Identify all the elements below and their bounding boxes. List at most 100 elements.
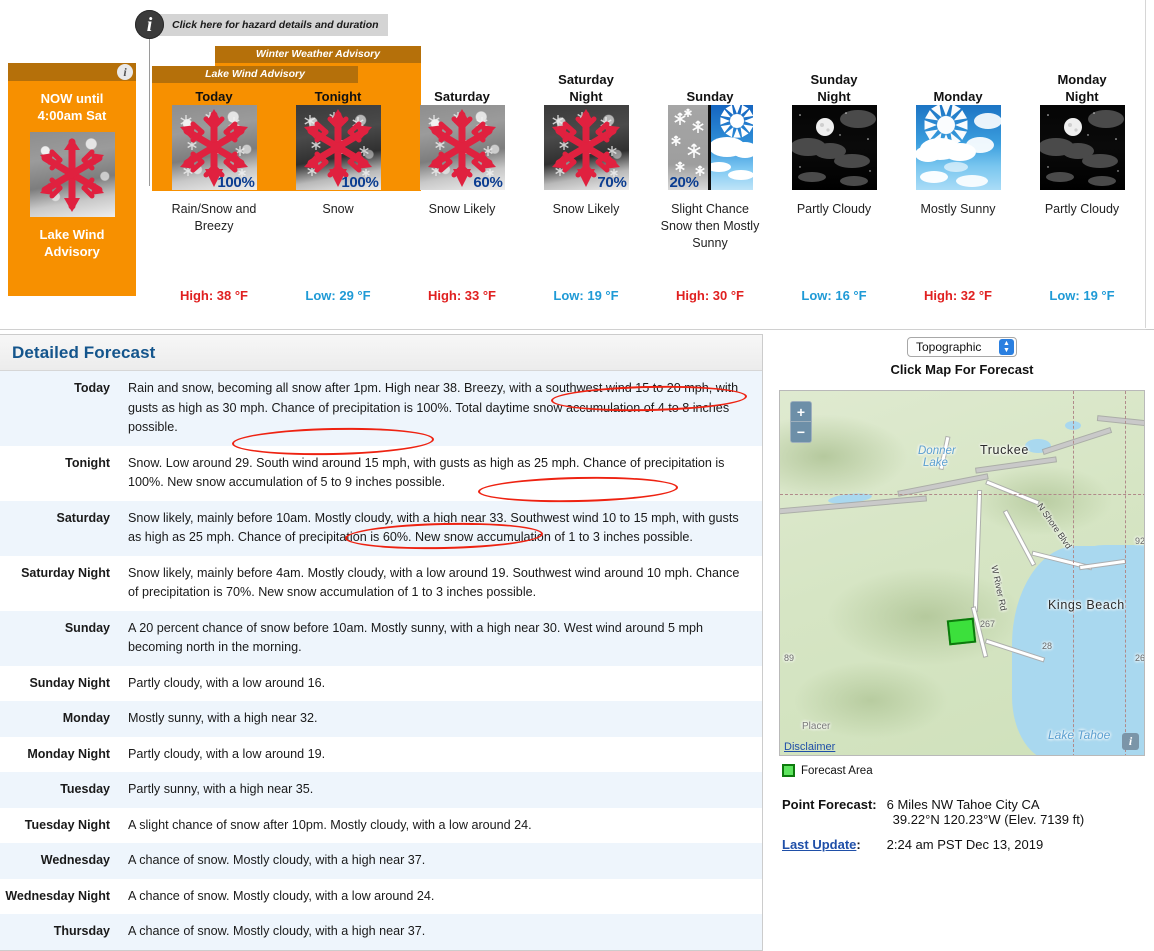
zoom-out-button[interactable]: − [791,422,811,442]
period-name: Today [195,89,233,104]
detailed-period-text: Partly cloudy, with a low around 16. [128,675,326,690]
point-forecast-place: 6 Miles NW Tahoe City CA [886,797,1040,812]
hazard-callout-label[interactable]: Click here for hazard details and durati… [158,13,388,36]
forecast-area-marker[interactable] [946,617,977,646]
point-forecast-coords: 39.22°N 120.23°W (Elev. 7139 ft) [892,812,1085,827]
forecast-period-tonight[interactable]: Tonight 100% Snow Low: 29 °F [276,63,400,303]
mostly-sunny-icon [915,105,1001,190]
snow-wind-icon [29,132,115,217]
detailed-forecast-row: Saturday Snow likely, mainly before 10am.… [0,500,762,556]
map-label: Lake [923,457,948,469]
map-label: Kings Beach [1048,598,1125,612]
detailed-forecast-header: Detailed Forecast [0,335,762,371]
period-description: Mostly Sunny [920,202,996,216]
map-state-line-v [1125,391,1126,755]
detailed-forecast-panel: Detailed Forecast Today Rain and snow, be… [0,334,763,951]
now-hazard-column[interactable]: i NOW until 4:00am Sat Lake Wind Advisor… [8,63,136,296]
partly-cloudy-night-icon [791,105,877,190]
period-description: Partly Cloudy [796,202,872,216]
forecast-period-sunday[interactable]: Sunday 20% Slight Chance Snow then Mostl… [648,63,772,303]
forecast-period-sunday-night[interactable]: Sunday Night Partly Cloudy Low: 16 °F [772,63,896,303]
forecast-area-swatch [782,764,795,777]
map-label: 267 [1135,653,1145,663]
forecast-period-saturday[interactable]: Saturday 60% Snow Likely High: 33 °F [400,63,524,303]
detailed-period-name: Thursday [53,924,110,938]
info-icon[interactable]: i [117,64,133,80]
detailed-period-text: Snow. Low around 29. South wind around 1… [128,455,725,490]
info-icon[interactable]: i [135,10,164,39]
detailed-period-name: Tuesday Night [24,817,110,832]
detailed-period-text: A chance of snow. Mostly cloudy, with a … [128,924,426,938]
detailed-forecast-row: Thursday A chance of snow. Mostly cloudy,… [0,914,762,950]
map-zoom-controls[interactable]: + − [790,401,812,443]
point-forecast-key: Point Forecast: [782,797,877,812]
map-panel: Topographic ▲ ▼ Click Map For Forecast +… [770,330,1154,860]
detailed-period-name: Saturday Night [21,565,110,580]
detailed-forecast-row: Saturday Night Snow likely, mainly before… [0,555,762,611]
detailed-period-text: Rain and snow, becoming all snow after 1… [128,381,739,434]
detailed-period-name: Today [74,381,110,395]
now-time-line1: NOW until [40,91,104,106]
detailed-period-name: Sunday Night [29,675,110,690]
forecast-map[interactable]: + − Truckee Donner Lake Kings Beach Lake Tah… [779,390,1145,756]
period-temperature: High: 38 °F [179,288,249,303]
detailed-period-name: Monday Night [27,746,110,761]
detailed-period-text: A chance of snow. Mostly cloudy, with a … [128,888,435,903]
forecast-period-monday-night[interactable]: Monday Night Partly Cloudy Low: 19 °F [1020,63,1144,303]
last-update-value: 2:24 am PST Dec 13, 2019 [886,837,1044,852]
precip-probability: 100% [217,174,255,190]
detailed-forecast-row: Tuesday Partly sunny, with a high near 35… [0,772,762,808]
advisory-bar[interactable]: Winter Weather Advisory [215,46,421,63]
period-name: Saturday Night [558,72,614,104]
period-temperature: Low: 29 °F [305,288,371,303]
lower-content: Detailed Forecast Today Rain and snow, be… [0,330,1154,951]
zoom-in-button[interactable]: + [791,402,811,422]
period-description: Partly Cloudy [1044,202,1120,216]
detailed-forecast-row: Tonight Snow. Low around 29. South wind a… [0,445,762,501]
detailed-period-text: A chance of snow. Mostly cloudy, with a … [128,853,426,867]
detailed-period-name: Saturday [56,510,111,525]
period-name: Tonight [314,89,362,104]
forecast-period-monday[interactable]: Monday Mostly Sunny High: 32 °F [896,63,1020,303]
period-description: Rain/Snow and Breezy [171,202,257,233]
map-county-line-v [1073,391,1074,755]
map-label: 92 [1135,536,1145,546]
map-label: 89 [784,653,795,663]
map-instruction-label: Click Map For Forecast [890,362,1034,377]
detailed-period-name: Sunday [64,620,110,635]
now-hazard-label-line1: Lake Wind [39,227,105,242]
precip-probability: 70% [597,174,627,190]
page-title: Detailed Forecast [12,342,156,362]
forecast-period-saturday-night[interactable]: Saturday Night 70% Snow Likely Low: 19 °… [524,63,648,303]
detailed-period-text: A 20 percent chance of snow before 10am.… [128,620,703,655]
forecast-strip-inner: i Click here for hazard details and dura… [0,0,1146,328]
period-name: Sunday Night [810,72,858,104]
map-type-select[interactable]: Topographic [907,337,1017,357]
detailed-period-text: Mostly sunny, with a high near 32. [128,711,318,725]
forecast-period-today[interactable]: Today 100% Rain/Snow and Breezy High: 38… [152,63,276,303]
period-temperature: Low: 19 °F [1049,288,1115,303]
detailed-period-text: Partly cloudy, with a low around 19. [128,746,326,761]
detailed-forecast-row: Wednesday A chance of snow. Mostly cloudy… [0,843,762,879]
detailed-forecast-rows: Today Rain and snow, becoming all snow af… [0,371,762,950]
snow-then-sunny-icon: 20% [667,105,753,190]
map-label: Donner [918,445,956,457]
map-disclaimer-link[interactable]: Disclaimer [784,741,835,753]
map-legend: Forecast Area [782,764,1154,777]
now-time-line2: 4:00am Sat [37,108,107,123]
detailed-period-name: Wednesday Night [5,888,110,903]
map-label: Lake Tahoe [1048,728,1111,742]
now-hazard-label-line2: Advisory [44,244,100,259]
map-county-line-h [780,494,1144,495]
partly-cloudy-night-icon [1039,105,1125,190]
map-type-select-box[interactable]: Topographic ▲ ▼ [907,337,1017,357]
hazard-callout[interactable]: i Click here for hazard details and dura… [135,10,388,39]
period-temperature: High: 30 °F [675,288,745,303]
period-temperature: Low: 19 °F [553,288,619,303]
snow-wind-icon: 60% [419,105,505,190]
snow-wind-icon: 70% [543,105,629,190]
map-info-icon[interactable]: i [1122,733,1139,750]
detailed-period-name: Wednesday [40,853,110,867]
period-description: Snow [322,202,354,216]
last-update-key: Last Update: [782,835,885,858]
